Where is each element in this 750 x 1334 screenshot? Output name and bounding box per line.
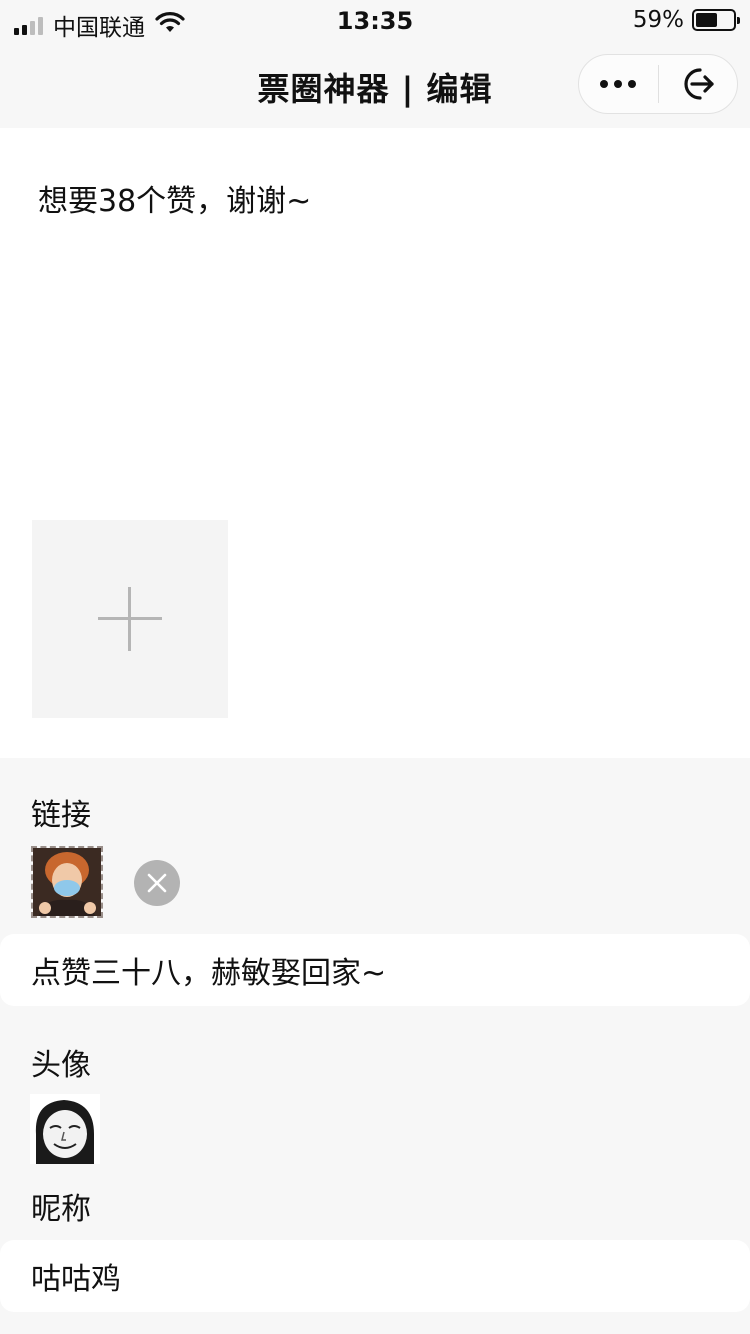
miniprogram-capsule	[578, 54, 738, 114]
post-text-input[interactable]: 想要38个赞，谢谢~	[38, 176, 311, 220]
remove-link-button[interactable]	[134, 860, 180, 906]
post-editor[interactable]: 想要38个赞，谢谢~	[0, 128, 750, 758]
nickname-field[interactable]: 咕咕鸡	[0, 1240, 750, 1312]
battery-percent: 59%	[632, 7, 684, 33]
battery-icon	[692, 9, 740, 31]
meme-face-avatar	[30, 1094, 100, 1164]
exit-icon	[684, 68, 714, 100]
nickname-label: 昵称	[31, 1192, 91, 1227]
avatar[interactable]	[30, 1094, 100, 1164]
link-thumbnail[interactable]	[31, 846, 103, 918]
nav-bar: 票圈神器 | 编辑	[0, 44, 750, 128]
exit-button[interactable]	[659, 55, 738, 113]
link-label: 链接	[31, 798, 91, 833]
status-bar: 中国联通 13:35 59%	[0, 0, 750, 44]
masked-person-image	[33, 848, 101, 916]
more-dots-icon	[600, 80, 637, 88]
link-title-field[interactable]: 点赞三十八，赫敏娶回家~	[0, 934, 750, 1006]
add-image-button[interactable]	[32, 520, 228, 718]
more-button[interactable]	[579, 55, 658, 113]
status-right: 59%	[632, 7, 740, 33]
close-icon	[147, 873, 167, 893]
avatar-label: 头像	[31, 1048, 91, 1083]
